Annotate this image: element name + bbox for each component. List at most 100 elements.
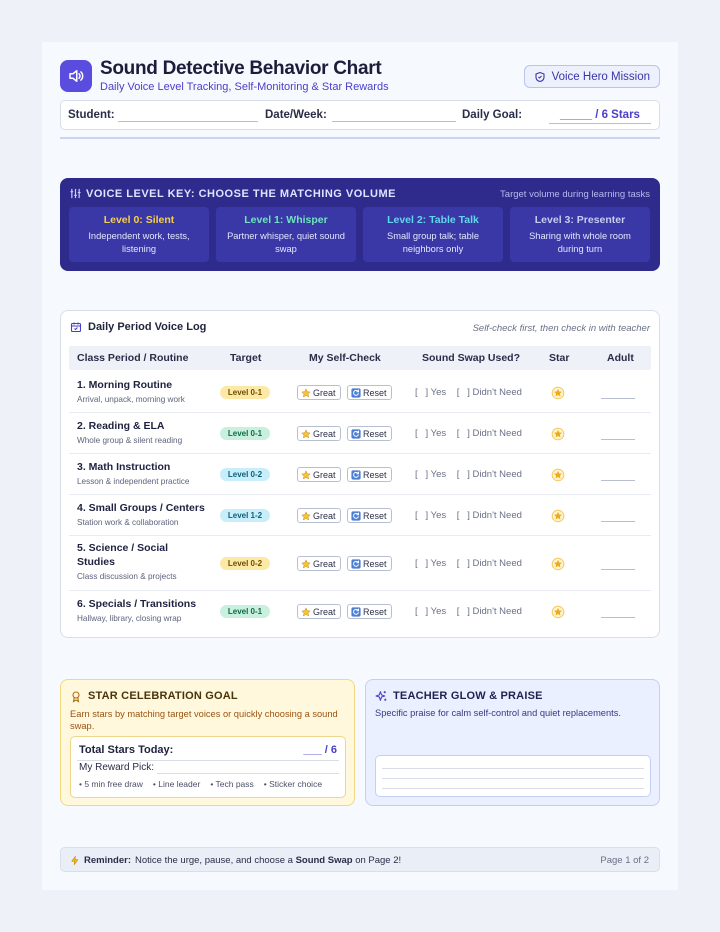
teacher-praise-panel: TEACHER GLOW & PRAISE Specific praise fo… [365, 679, 660, 806]
period-desc: Whole group & silent reading [77, 436, 183, 445]
reset-label: Reset [363, 387, 387, 398]
adult-initials-field[interactable] [601, 569, 635, 570]
level-label: Level 1: Whisper [244, 214, 328, 226]
table-row: 2. Reading & ELA Whole group & silent rea… [69, 413, 651, 454]
table-row: 5. Science / Social Studies Class discuss… [69, 536, 651, 591]
star-badge-icon[interactable] [551, 427, 565, 441]
total-stars-field[interactable]: ___ / 6 [303, 744, 337, 756]
goal-field[interactable]: _____ / 6 Stars [549, 109, 651, 124]
refresh-icon [351, 606, 361, 617]
reward-pick-label: My Reward Pick: [79, 762, 155, 773]
period-name: 1. Morning Routine [77, 379, 173, 391]
page-number: Page 1 of 2 [600, 855, 649, 866]
reward-box: Total Stars Today: ___ / 6 My Reward Pic… [70, 736, 346, 798]
col-sound-swap: Sound Swap Used? [422, 352, 521, 364]
table-row: 6. Specials / Transitions Hallway, librar… [69, 591, 651, 632]
star-badge-icon[interactable] [551, 509, 565, 523]
voice-level-key: VOICE LEVEL KEY: CHOOSE THE MATCHING VOL… [60, 178, 660, 271]
sound-swap-checkboxes[interactable]: [ ] Yes [ ] Didn't Need [415, 469, 522, 480]
reminder-text-end: on Page 2! [352, 855, 402, 866]
reset-label: Reset [363, 428, 387, 439]
level-card-presenter: Level 3: Presenter Sharing with whole ro… [510, 207, 650, 262]
star-icon [301, 558, 311, 568]
reminder-bar: Reminder: Notice the urge, pause, and ch… [60, 847, 660, 872]
great-button[interactable]: Great [297, 604, 341, 619]
reward-options: • 5 min free draw • Line leader • Tech p… [79, 779, 322, 789]
sound-swap-checkboxes[interactable]: [ ] Yes [ ] Didn't Need [415, 428, 522, 439]
reset-label: Reset [363, 606, 387, 617]
praise-title: TEACHER GLOW & PRAISE [393, 690, 543, 702]
reward-option: • Sticker choice [263, 779, 323, 789]
period-name: 2. Reading & ELA [77, 420, 165, 432]
star-badge-icon[interactable] [551, 605, 565, 619]
great-button[interactable]: Great [297, 385, 341, 400]
adult-initials-field[interactable] [601, 480, 635, 481]
log-title: Daily Period Voice Log [88, 321, 207, 333]
chart-page: Sound Detective Behavior Chart Daily Voi… [42, 42, 678, 890]
sound-swap-checkboxes[interactable]: [ ] Yes [ ] Didn't Need [415, 387, 522, 398]
total-stars-label: Total Stars Today: [79, 744, 174, 756]
mission-label: Voice Hero Mission [551, 70, 650, 83]
table-row: 4. Small Groups / Centers Station work & … [69, 495, 651, 536]
student-field[interactable] [118, 121, 258, 122]
great-button[interactable]: Great [297, 508, 341, 523]
great-label: Great [313, 387, 336, 398]
reset-button[interactable]: Reset [347, 604, 392, 619]
sound-swap-checkboxes[interactable]: [ ] Yes [ ] Didn't Need [415, 510, 522, 521]
great-button[interactable]: Great [297, 556, 341, 571]
date-field[interactable] [332, 121, 456, 122]
adult-initials-field[interactable] [601, 617, 635, 618]
level-desc: Small group talk; table neighbors only [387, 231, 479, 254]
voice-key-note: Target volume during learning tasks [500, 189, 650, 200]
adult-initials-field[interactable] [601, 439, 635, 440]
level-label: Level 0: Silent [103, 214, 175, 226]
goal-label: Daily Goal: [462, 109, 523, 121]
calendar-icon [70, 322, 82, 333]
star-icon [301, 510, 311, 520]
col-star: Star [549, 352, 570, 364]
table-row: 3. Math Instruction Lesson & independent … [69, 454, 651, 495]
great-label: Great [313, 469, 336, 480]
reset-button[interactable]: Reset [347, 426, 392, 441]
star-badge-icon[interactable] [551, 557, 565, 571]
sound-swap-checkboxes[interactable]: [ ] Yes [ ] Didn't Need [415, 606, 522, 617]
box-divider [77, 760, 339, 761]
star-badge-icon[interactable] [551, 386, 565, 400]
col-self-check: My Self-Check [309, 352, 381, 364]
voice-log: Daily Period Voice Log Self-check first,… [60, 310, 660, 638]
reward-pick-field[interactable] [157, 773, 339, 774]
col-period: Class Period / Routine [77, 352, 189, 364]
level-label: Level 2: Table Talk [387, 214, 479, 226]
praise-desc: Specific praise for calm self-control an… [375, 708, 621, 718]
reset-button[interactable]: Reset [347, 508, 392, 523]
celebration-desc: Earn stars by matching target voices or … [70, 709, 338, 731]
reset-button[interactable]: Reset [347, 385, 392, 400]
reset-label: Reset [363, 558, 387, 569]
col-adult: Adult [607, 352, 634, 364]
adult-initials-field[interactable] [601, 521, 635, 522]
date-label: Date/Week: [265, 109, 327, 121]
star-icon [301, 387, 311, 397]
mission-badge: Voice Hero Mission [523, 65, 660, 88]
target-level-badge: Level 0-2 [220, 468, 270, 481]
sparkles-icon [375, 691, 387, 701]
praise-writing-box[interactable] [375, 755, 651, 797]
period-desc: Arrival, unpack, morning work [77, 395, 185, 404]
period-name: 3. Math Instruction [77, 461, 171, 473]
refresh-icon [351, 387, 361, 398]
star-badge-icon[interactable] [551, 468, 565, 482]
refresh-icon [351, 510, 361, 521]
table-header: Class Period / Routine Target My Self-Ch… [69, 346, 651, 370]
adult-initials-field[interactable] [601, 398, 635, 399]
reset-button[interactable]: Reset [347, 556, 392, 571]
reset-label: Reset [363, 510, 387, 521]
sound-swap-checkboxes[interactable]: [ ] Yes [ ] Didn't Need [415, 558, 522, 569]
target-level-badge: Level 0-1 [220, 386, 270, 399]
reward-option: • Tech pass [210, 779, 254, 789]
reset-label: Reset [363, 469, 387, 480]
great-button[interactable]: Great [297, 426, 341, 441]
star-icon [301, 428, 311, 438]
great-button[interactable]: Great [297, 467, 341, 482]
great-label: Great [313, 606, 336, 617]
reset-button[interactable]: Reset [347, 467, 392, 482]
